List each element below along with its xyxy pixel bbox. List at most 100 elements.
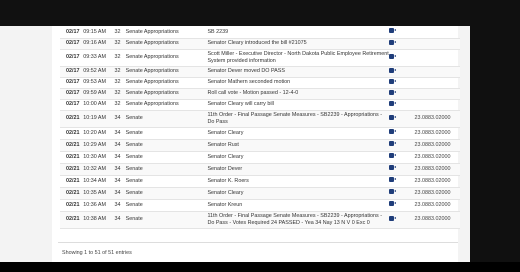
time-cell: 09:52 AM: [83, 68, 106, 75]
time-cell: 09:33 AM: [83, 54, 106, 61]
description-cell: Senator Cleary will carry bill: [207, 101, 274, 108]
document-reference-cell: [415, 49, 460, 66]
meeting-number-cell: 32: [114, 90, 121, 97]
description-cell: 11th Order - Final Passage Senate Measur…: [207, 212, 383, 226]
date-cell: 02/21: [66, 189, 80, 196]
committee-cell: Senate: [125, 201, 143, 208]
video-camera-icon[interactable]: [389, 53, 397, 59]
document-reference-cell: 23.0883.02000: [414, 129, 451, 136]
meeting-number-cell: 34: [114, 141, 121, 148]
committee-cell: Senate Appropriations: [125, 54, 179, 61]
document-reference-cell: [415, 27, 460, 38]
time-cell: 09:16 AM: [83, 40, 106, 47]
table-row: 02/21 10:36 AM 34 Senate Senator Kreun 23.088…: [60, 199, 460, 211]
video-cell: [389, 110, 414, 127]
table-row: 02/21 10:29 AM 34 Senate Senator Rust 23.0883…: [60, 139, 460, 151]
time-cell: 10:34 AM: [83, 177, 106, 184]
table-row: 02/17 09:53 AM 32 Senate Appropriations Sena…: [60, 77, 460, 88]
video-cell: [389, 99, 414, 110]
time-cell: 10:36 AM: [83, 201, 106, 208]
table-row: 02/17 09:52 AM 32 Senate Appropriations Sena…: [60, 66, 460, 77]
video-camera-icon[interactable]: [389, 153, 397, 159]
document-reference-cell: [415, 88, 460, 99]
committee-cell: Senate Appropriations: [125, 101, 179, 108]
description-cell: Senator Cleary: [207, 129, 244, 136]
committee-cell: Senate: [125, 165, 143, 172]
video-cell: [389, 199, 414, 211]
document-reference-cell: 23.0883.02000: [414, 189, 451, 196]
video-camera-icon[interactable]: [389, 189, 397, 195]
video-camera-icon[interactable]: [389, 114, 397, 120]
document-reference-cell: 23.0883.02000: [414, 141, 451, 148]
document-reference-cell: 23.0883.02000: [414, 201, 451, 208]
document-reference-cell: [415, 99, 460, 110]
time-cell: 09:59 AM: [83, 90, 106, 97]
video-camera-icon[interactable]: [389, 89, 397, 95]
video-cell: [389, 211, 414, 228]
video-camera-icon[interactable]: [389, 67, 397, 73]
date-cell: 02/17: [66, 40, 80, 47]
meeting-number-cell: 32: [114, 68, 121, 75]
committee-cell: Senate Appropriations: [125, 28, 179, 35]
description-cell: Senator Cleary introduced the bill #2107…: [207, 40, 307, 47]
meeting-number-cell: 32: [114, 79, 121, 86]
date-cell: 02/21: [66, 129, 80, 136]
entries-info: Showing 1 to 51 of 51 entries: [62, 250, 132, 256]
video-camera-icon[interactable]: [389, 78, 397, 84]
video-cell: [389, 175, 414, 187]
document-reference-cell: [415, 38, 460, 49]
video-cell: [389, 139, 414, 151]
time-cell: 10:19 AM: [83, 115, 106, 122]
meeting-number-cell: 34: [114, 177, 121, 184]
table-row: 02/21 10:32 AM 34 Senate Senator Dever 23.088…: [60, 163, 460, 175]
date-cell: 02/21: [66, 153, 80, 160]
description-cell: Senator K. Roers: [207, 177, 249, 184]
video-cell: [389, 38, 414, 49]
description-cell: SB 2239: [207, 28, 229, 35]
time-cell: 09:53 AM: [83, 79, 106, 86]
description-cell: Senator Dever moved DO PASS: [207, 68, 285, 75]
right-bezel: [470, 0, 520, 272]
video-cell: [389, 77, 414, 88]
video-cell: [389, 127, 414, 139]
video-camera-icon[interactable]: [389, 177, 397, 183]
video-cell: [389, 66, 414, 77]
committee-cell: Senate Appropriations: [125, 90, 179, 97]
screen-frame: 02/17 09:15 AM 32 Senate Appropriations SB 2…: [0, 0, 520, 272]
document-reference-cell: 23.0883.02000: [414, 165, 451, 172]
date-cell: 02/21: [66, 177, 80, 184]
video-camera-icon[interactable]: [389, 39, 397, 45]
video-camera-icon[interactable]: [389, 201, 397, 207]
video-cell: [389, 27, 414, 38]
date-cell: 02/21: [66, 216, 80, 223]
video-camera-icon[interactable]: [389, 100, 397, 106]
time-cell: 10:20 AM: [83, 129, 106, 136]
date-cell: 02/21: [66, 165, 80, 172]
date-cell: 02/21: [66, 141, 80, 148]
top-bezel: [0, 0, 520, 26]
document-reference-cell: 23.0883.02000: [414, 216, 451, 223]
document-reference-cell: 23.0883.02000: [414, 177, 451, 184]
time-cell: 10:38 AM: [83, 216, 106, 223]
table-row: 02/21 10:30 AM 34 Senate Senator Cleary 23.08…: [60, 151, 460, 163]
date-cell: 02/17: [66, 54, 80, 61]
table-row: 02/21 10:35 AM 34 Senate Senator Cleary 23.08…: [60, 187, 460, 199]
committee-cell: Senate Appropriations: [125, 79, 179, 86]
date-cell: 02/17: [66, 90, 80, 97]
description-cell: Senator Mathern seconded motion: [207, 79, 291, 86]
time-cell: 10:35 AM: [83, 189, 106, 196]
table-row: 02/21 10:19 AM 34 Senate 11th Order - Final …: [60, 110, 460, 127]
video-camera-icon[interactable]: [389, 129, 397, 135]
committee-cell: Senate Appropriations: [125, 68, 179, 75]
video-camera-icon[interactable]: [389, 28, 397, 34]
date-cell: 02/17: [66, 68, 80, 75]
video-camera-icon[interactable]: [389, 165, 397, 171]
meeting-number-cell: 32: [114, 101, 121, 108]
time-cell: 09:15 AM: [83, 28, 106, 35]
video-camera-icon[interactable]: [389, 141, 397, 147]
time-cell: 10:00 AM: [83, 101, 106, 108]
committee-cell: Senate: [125, 115, 143, 122]
table-row: 02/21 10:20 AM 34 Senate Senator Cleary 23.08…: [60, 127, 460, 139]
video-camera-icon[interactable]: [389, 215, 397, 221]
table-row: 02/17 09:15 AM 32 Senate Appropriations SB 2…: [60, 27, 460, 38]
